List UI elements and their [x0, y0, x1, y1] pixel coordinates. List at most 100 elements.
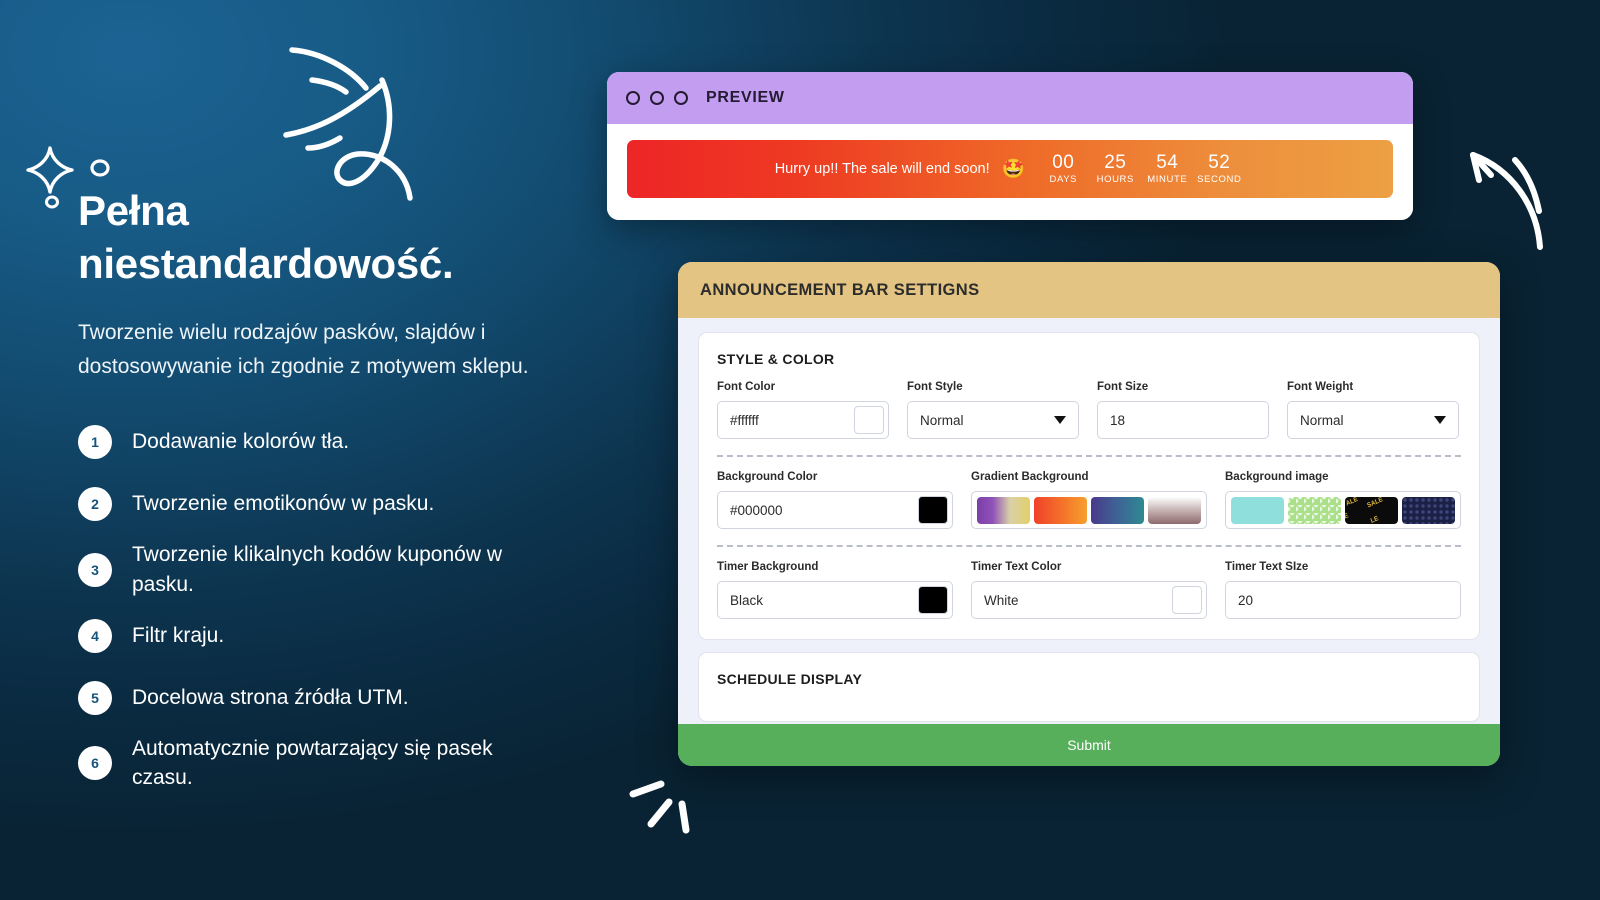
list-item-number: 6	[78, 746, 112, 781]
list-item-number: 5	[78, 680, 112, 715]
gradient-swatch-3[interactable]	[1091, 496, 1144, 524]
preview-titlebar: PREVIEW	[607, 72, 1413, 124]
background-image-label: Background image	[1225, 471, 1329, 483]
font-style-select[interactable]: Normal	[907, 401, 1079, 439]
background-color-field: Background Color #000000	[717, 471, 953, 529]
list-item: 4 Filtr kraju.	[78, 610, 638, 662]
headline-line-2: niestandardowość.	[78, 239, 454, 287]
headline-line-1: Pełna	[78, 187, 189, 234]
svg-text:LE: LE	[1370, 514, 1380, 523]
window-dot-icon[interactable]	[674, 91, 688, 105]
font-color-field: Font Color #ffffff	[717, 381, 889, 439]
background-field-row: Background Color #000000 Gradient Backgr…	[717, 471, 1461, 529]
background-image-swatch-black-gold-sale[interactable]: ALE SALE LE LE	[1345, 496, 1398, 524]
background-image-swatch-green-pattern[interactable]	[1288, 496, 1341, 524]
timer-label: SECOND	[1197, 174, 1242, 186]
background-image-swatch-navy-pattern[interactable]	[1402, 496, 1455, 524]
countdown-timer: 00 DAYS 25 HOURS 54 MINUTE 52 SECOND	[1037, 151, 1245, 186]
window-dot-icon[interactable]	[650, 91, 664, 105]
font-weight-field: Font Weight Normal	[1287, 381, 1459, 439]
preview-body: Hurry up!! The sale will end soon! 🤩 00 …	[607, 124, 1413, 220]
font-size-field: Font Size 18	[1097, 381, 1269, 439]
list-item-label: Tworzenie klikalnych kodów kuponów w pas…	[132, 543, 503, 596]
list-item-label: Filtr kraju.	[132, 623, 225, 647]
timer-value: 54	[1156, 151, 1179, 173]
list-item-number: 2	[78, 487, 112, 522]
timer-label: HOURS	[1096, 174, 1134, 186]
timer-background-label: Timer Background	[717, 561, 819, 573]
section-divider	[717, 545, 1461, 547]
background-image-field: Background image ALE SALE LE LE	[1225, 471, 1461, 529]
timer-background-field: Timer Background Black	[717, 561, 953, 619]
background-color-value: #000000	[730, 502, 783, 518]
list-item-number: 1	[78, 425, 112, 460]
typography-field-row: Font Color #ffffff Font Style Normal Fon…	[717, 381, 1461, 439]
timer-value: 52	[1208, 151, 1231, 173]
star-struck-emoji-icon: 🤩	[1001, 158, 1026, 180]
list-item: 2 Tworzenie emotikonów w pasku.	[78, 478, 638, 530]
announcement-bar-settings-panel: ANNOUNCEMENT BAR SETTIGNS STYLE & COLOR …	[678, 262, 1500, 766]
background-image-swatch-mint[interactable]	[1231, 496, 1284, 524]
feature-list: 1 Dodawanie kolorów tła. 2 Tworzenie emo…	[78, 416, 638, 793]
settings-panel-header: ANNOUNCEMENT BAR SETTIGNS	[678, 262, 1500, 318]
chevron-down-icon	[1434, 416, 1446, 424]
background-color-swatch[interactable]	[918, 496, 948, 524]
timer-text-color-field: Timer Text Color White	[971, 561, 1207, 619]
font-weight-value: Normal	[1300, 412, 1344, 428]
gradient-background-field: Gradient Background	[971, 471, 1207, 529]
list-item-number: 3	[78, 552, 112, 587]
timer-field-row: Timer Background Black Timer Text Color …	[717, 561, 1461, 619]
chevron-down-icon	[1054, 416, 1066, 424]
list-item-label: Automatycznie powtarzający się pasek cza…	[132, 736, 493, 790]
font-size-label: Font Size	[1097, 381, 1149, 393]
font-size-value: 18	[1110, 412, 1126, 428]
list-item-label: Docelowa strona źródła UTM.	[132, 685, 409, 709]
timer-text-size-input[interactable]: 20	[1225, 581, 1461, 619]
announcement-message: Hurry up!! The sale will end soon!	[774, 161, 990, 177]
timer-background-swatch[interactable]	[918, 586, 948, 614]
font-weight-label: Font Weight	[1287, 381, 1354, 393]
timer-text-color-input[interactable]: White	[971, 581, 1207, 619]
schedule-display-card: SCHEDULE DISPLAY	[698, 652, 1480, 722]
gradient-swatch-1[interactable]	[977, 496, 1030, 524]
timer-unit-minute: 54 MINUTE	[1141, 151, 1193, 186]
announcement-bar-preview: Hurry up!! The sale will end soon! 🤩 00 …	[627, 140, 1393, 198]
background-color-label: Background Color	[717, 471, 818, 483]
background-image-swatch-list: ALE SALE LE LE	[1225, 491, 1461, 529]
timer-unit-hours: 25 HOURS	[1089, 151, 1141, 186]
timer-label: MINUTE	[1147, 174, 1188, 186]
preview-title: PREVIEW	[706, 89, 785, 106]
list-item: 3 Tworzenie klikalnych kodów kuponów w p…	[78, 540, 638, 600]
timer-text-size-label: Timer Text SIze	[1225, 561, 1309, 573]
timer-text-color-swatch[interactable]	[1172, 586, 1202, 614]
font-color-value: #ffffff	[730, 412, 759, 428]
list-item-label: Dodawanie kolorów tła.	[132, 430, 350, 454]
marketing-copy-column: Pełna niestandardowość. Tworzenie wielu …	[78, 185, 638, 803]
preview-window: PREVIEW Hurry up!! The sale will end soo…	[607, 72, 1413, 220]
gradient-swatch-2[interactable]	[1034, 496, 1087, 524]
style-and-color-title: STYLE & COLOR	[717, 351, 835, 367]
list-item: 5 Docelowa strona źródła UTM.	[78, 672, 638, 724]
window-dot-icon[interactable]	[626, 91, 640, 105]
timer-background-input[interactable]: Black	[717, 581, 953, 619]
submit-button[interactable]: Submit	[678, 724, 1500, 766]
settings-scroll-area[interactable]: STYLE & COLOR Font Color #ffffff Font St…	[678, 318, 1500, 722]
font-weight-select[interactable]: Normal	[1287, 401, 1459, 439]
settings-panel-title: ANNOUNCEMENT BAR SETTIGNS	[700, 280, 980, 299]
font-style-field: Font Style Normal	[907, 381, 1079, 439]
svg-text:ALE: ALE	[1345, 497, 1360, 508]
list-item: 6 Automatycznie powtarzający się pasek c…	[78, 734, 638, 794]
font-size-input[interactable]: 18	[1097, 401, 1269, 439]
timer-text-color-value: White	[984, 592, 1019, 608]
background-color-input[interactable]: #000000	[717, 491, 953, 529]
timer-text-size-field: Timer Text SIze 20	[1225, 561, 1461, 619]
timer-value: 00	[1052, 151, 1075, 173]
style-and-color-card: STYLE & COLOR Font Color #ffffff Font St…	[698, 332, 1480, 640]
gradient-swatch-4[interactable]	[1148, 496, 1201, 524]
font-color-label: Font Color	[717, 381, 776, 393]
font-color-swatch[interactable]	[854, 406, 884, 434]
svg-text:SALE: SALE	[1366, 497, 1384, 510]
list-item: 1 Dodawanie kolorów tła.	[78, 416, 638, 468]
font-color-input[interactable]: #ffffff	[717, 401, 889, 439]
timer-value: 25	[1104, 151, 1127, 173]
